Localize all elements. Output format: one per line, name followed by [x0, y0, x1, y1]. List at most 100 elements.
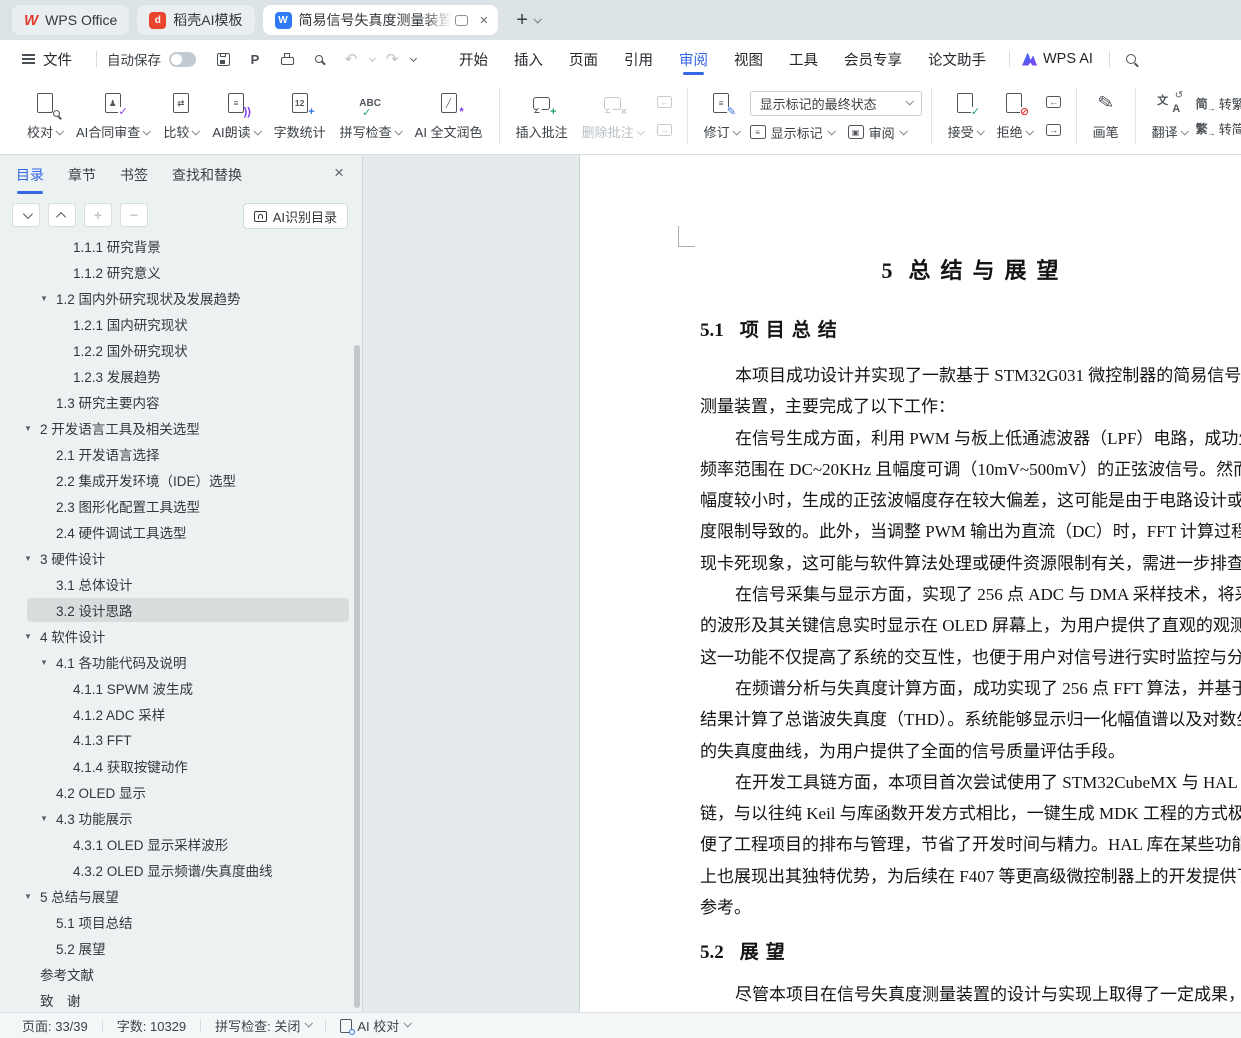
toc-item[interactable]: 1.2.2 国外研究现状 — [0, 337, 353, 363]
pen-button[interactable]: ✎ 画笔 — [1086, 86, 1126, 146]
menu-item[interactable]: 开始 — [459, 40, 488, 78]
ai-read-aloud-button[interactable]: ≡)) AI朗读 — [205, 86, 266, 146]
menu-item[interactable]: 页面 — [569, 40, 598, 78]
toc-item[interactable]: 1.3 研究主要内容 — [0, 389, 353, 415]
menu-item[interactable]: 会员专享 — [844, 40, 902, 78]
tab-document[interactable]: W 简易信号失真度测量装置的设 × — [263, 5, 499, 35]
toc-item[interactable]: 4.1.3 FFT — [0, 727, 353, 753]
close-icon[interactable]: × — [478, 12, 491, 29]
quick-access-chevron-icon[interactable] — [410, 54, 417, 61]
menu-item[interactable]: 插入 — [514, 40, 543, 78]
collapse-arrow-icon[interactable]: ▼ — [24, 632, 32, 641]
toc-item[interactable]: 3.1 总体设计 — [0, 571, 353, 597]
collapse-up-button[interactable] — [48, 203, 76, 227]
toc-item[interactable]: 4.3.1 OLED 显示采样波形 — [0, 831, 353, 857]
expand-all-button[interactable]: + — [84, 203, 112, 227]
toc-item[interactable]: ▼2 开发语言工具及相关选型 — [0, 415, 353, 441]
hamburger-icon[interactable] — [22, 58, 35, 60]
collapse-arrow-icon[interactable]: ▼ — [24, 424, 32, 433]
ai-recognize-toc-button[interactable]: AI识别目录 — [243, 203, 348, 229]
tab-docer-templates[interactable]: d 稻壳AI模板 — [137, 5, 254, 35]
to-traditional-button[interactable]: 简→ 转繁 — [1196, 94, 1241, 113]
toc-item[interactable]: 1.2.1 国内研究现状 — [0, 311, 353, 337]
toc-item[interactable]: 5.2 展望 — [0, 935, 353, 961]
wps-ai-menu[interactable]: WPS AI — [1043, 51, 1093, 67]
sidebar-scrollbar[interactable] — [354, 345, 360, 1008]
toc-item[interactable]: 1.2.3 发展趋势 — [0, 363, 353, 389]
collapse-arrow-icon[interactable]: ▼ — [40, 294, 48, 303]
insert-comment-button[interactable]: + 插入批注 — [509, 86, 575, 146]
menu-item[interactable]: 引用 — [624, 40, 653, 78]
proofread-button[interactable]: 校对 — [20, 86, 69, 146]
menu-item[interactable]: 审阅 — [679, 40, 708, 78]
toc-item[interactable]: 2.2 集成开发环境（IDE）选型 — [0, 467, 353, 493]
collapse-all-button[interactable]: − — [120, 203, 148, 227]
sidebar-tab[interactable]: 目录 — [16, 165, 44, 194]
toc-item[interactable]: 4.1.4 获取按键动作 — [0, 753, 353, 779]
toc-item[interactable]: 4.1.1 SPWM 波生成 — [0, 675, 353, 701]
toc-item[interactable]: 4.3.2 OLED 显示频谱/失真度曲线 — [0, 857, 353, 883]
page-indicator[interactable]: 页面: 33/39 — [22, 1016, 88, 1035]
toc-item[interactable]: 4.1.2 ADC 采样 — [0, 701, 353, 727]
translate-button[interactable]: 文A↺ 翻译 — [1145, 86, 1194, 146]
file-menu[interactable]: 文件 — [43, 49, 72, 70]
toc-item[interactable]: 3.2 设计思路 — [0, 597, 353, 623]
sidebar-close-icon[interactable]: × — [334, 163, 344, 183]
sidebar-tab[interactable]: 章节 — [68, 165, 96, 194]
redo-button[interactable]: ↷ — [379, 47, 405, 71]
toc-item[interactable]: 1.1.1 研究背景 — [0, 240, 353, 259]
document-page[interactable]: 5总结与展望 5.1项目总结 本项目成功设计并实现了一款基于 STM32G031… — [580, 155, 1241, 1012]
undo-chevron-icon[interactable] — [369, 54, 376, 61]
word-count-indicator[interactable]: 字数: 10329 — [117, 1016, 186, 1035]
track-changes-button[interactable]: ≡✎ 修订 — [697, 86, 746, 146]
toc-item[interactable]: ▼4.3 功能展示 — [0, 805, 353, 831]
toc-item[interactable]: ▼5 总结与展望 — [0, 883, 353, 909]
toc-item[interactable]: 4.2 OLED 显示 — [0, 779, 353, 805]
menu-item[interactable]: 工具 — [789, 40, 818, 78]
tab-list-chevron-icon[interactable] — [533, 15, 541, 23]
prev-comment-icon[interactable]: ← — [652, 91, 678, 113]
toc-item[interactable]: 2.1 开发语言选择 — [0, 441, 353, 467]
menu-item[interactable]: 论文助手 — [928, 40, 986, 78]
toc-item[interactable]: 5.1 项目总结 — [0, 909, 353, 935]
word-count-button[interactable]: 12+ 字数统计 — [267, 86, 333, 146]
sidebar-tab[interactable]: 查找和替换 — [172, 165, 242, 194]
print-button[interactable] — [274, 47, 300, 71]
export-pdf-button[interactable]: P — [242, 47, 268, 71]
toc-item[interactable]: 参考文献 — [0, 961, 353, 987]
print-preview-button[interactable] — [306, 47, 332, 71]
collapse-arrow-icon[interactable]: ▼ — [24, 892, 32, 901]
reject-button[interactable]: ⊘ 拒绝 — [990, 86, 1039, 146]
markup-state-dropdown[interactable]: 显示标记的最终状态 — [750, 91, 922, 116]
prev-change-icon[interactable]: ← — [1041, 91, 1067, 113]
tab-wps-office[interactable]: W WPS Office — [12, 5, 129, 35]
expand-down-button[interactable] — [12, 203, 40, 227]
save-button[interactable] — [210, 47, 236, 71]
toc-item[interactable]: ▼4 软件设计 — [0, 623, 353, 649]
toc-item[interactable]: ▼3 硬件设计 — [0, 545, 353, 571]
toc-item[interactable]: 1.1.2 研究意义 — [0, 259, 353, 285]
delete-comment-button[interactable]: × 删除批注 — [575, 86, 650, 146]
collapse-arrow-icon[interactable]: ▼ — [40, 658, 48, 667]
next-change-icon[interactable]: → — [1041, 119, 1067, 141]
collapse-arrow-icon[interactable]: ▼ — [24, 554, 32, 563]
review-pane-button[interactable]: ▣ 审阅 — [848, 123, 906, 142]
compare-button[interactable]: ⇄ 比较 — [156, 86, 205, 146]
toc-item[interactable]: 2.3 图形化配置工具选型 — [0, 493, 353, 519]
ai-proofread-status[interactable]: AI 校对 — [340, 1016, 410, 1035]
toc-item[interactable]: 致 谢 — [0, 987, 353, 1012]
to-simplified-button[interactable]: 繁→ 转简 — [1196, 119, 1241, 138]
next-comment-icon[interactable]: → — [652, 119, 678, 141]
ai-polish-button[interactable]: ╱* AI 全文润色 — [408, 86, 490, 146]
toc-item[interactable]: ▼4.1 各功能代码及说明 — [0, 649, 353, 675]
show-markup-button[interactable]: ≡ 显示标记 — [750, 123, 834, 142]
search-icon[interactable] — [1126, 54, 1136, 64]
autosave-toggle[interactable] — [169, 52, 196, 67]
tab-chat-icon[interactable] — [455, 15, 468, 26]
collapse-arrow-icon[interactable]: ▼ — [40, 814, 48, 823]
ai-contract-review-button[interactable]: ♟✓ AI合同审查 — [69, 86, 156, 146]
menu-item[interactable]: 视图 — [734, 40, 763, 78]
undo-button[interactable]: ↶ — [338, 47, 364, 71]
new-tab-icon[interactable]: + — [516, 9, 528, 32]
accept-button[interactable]: ✓ 接受 — [941, 86, 990, 146]
